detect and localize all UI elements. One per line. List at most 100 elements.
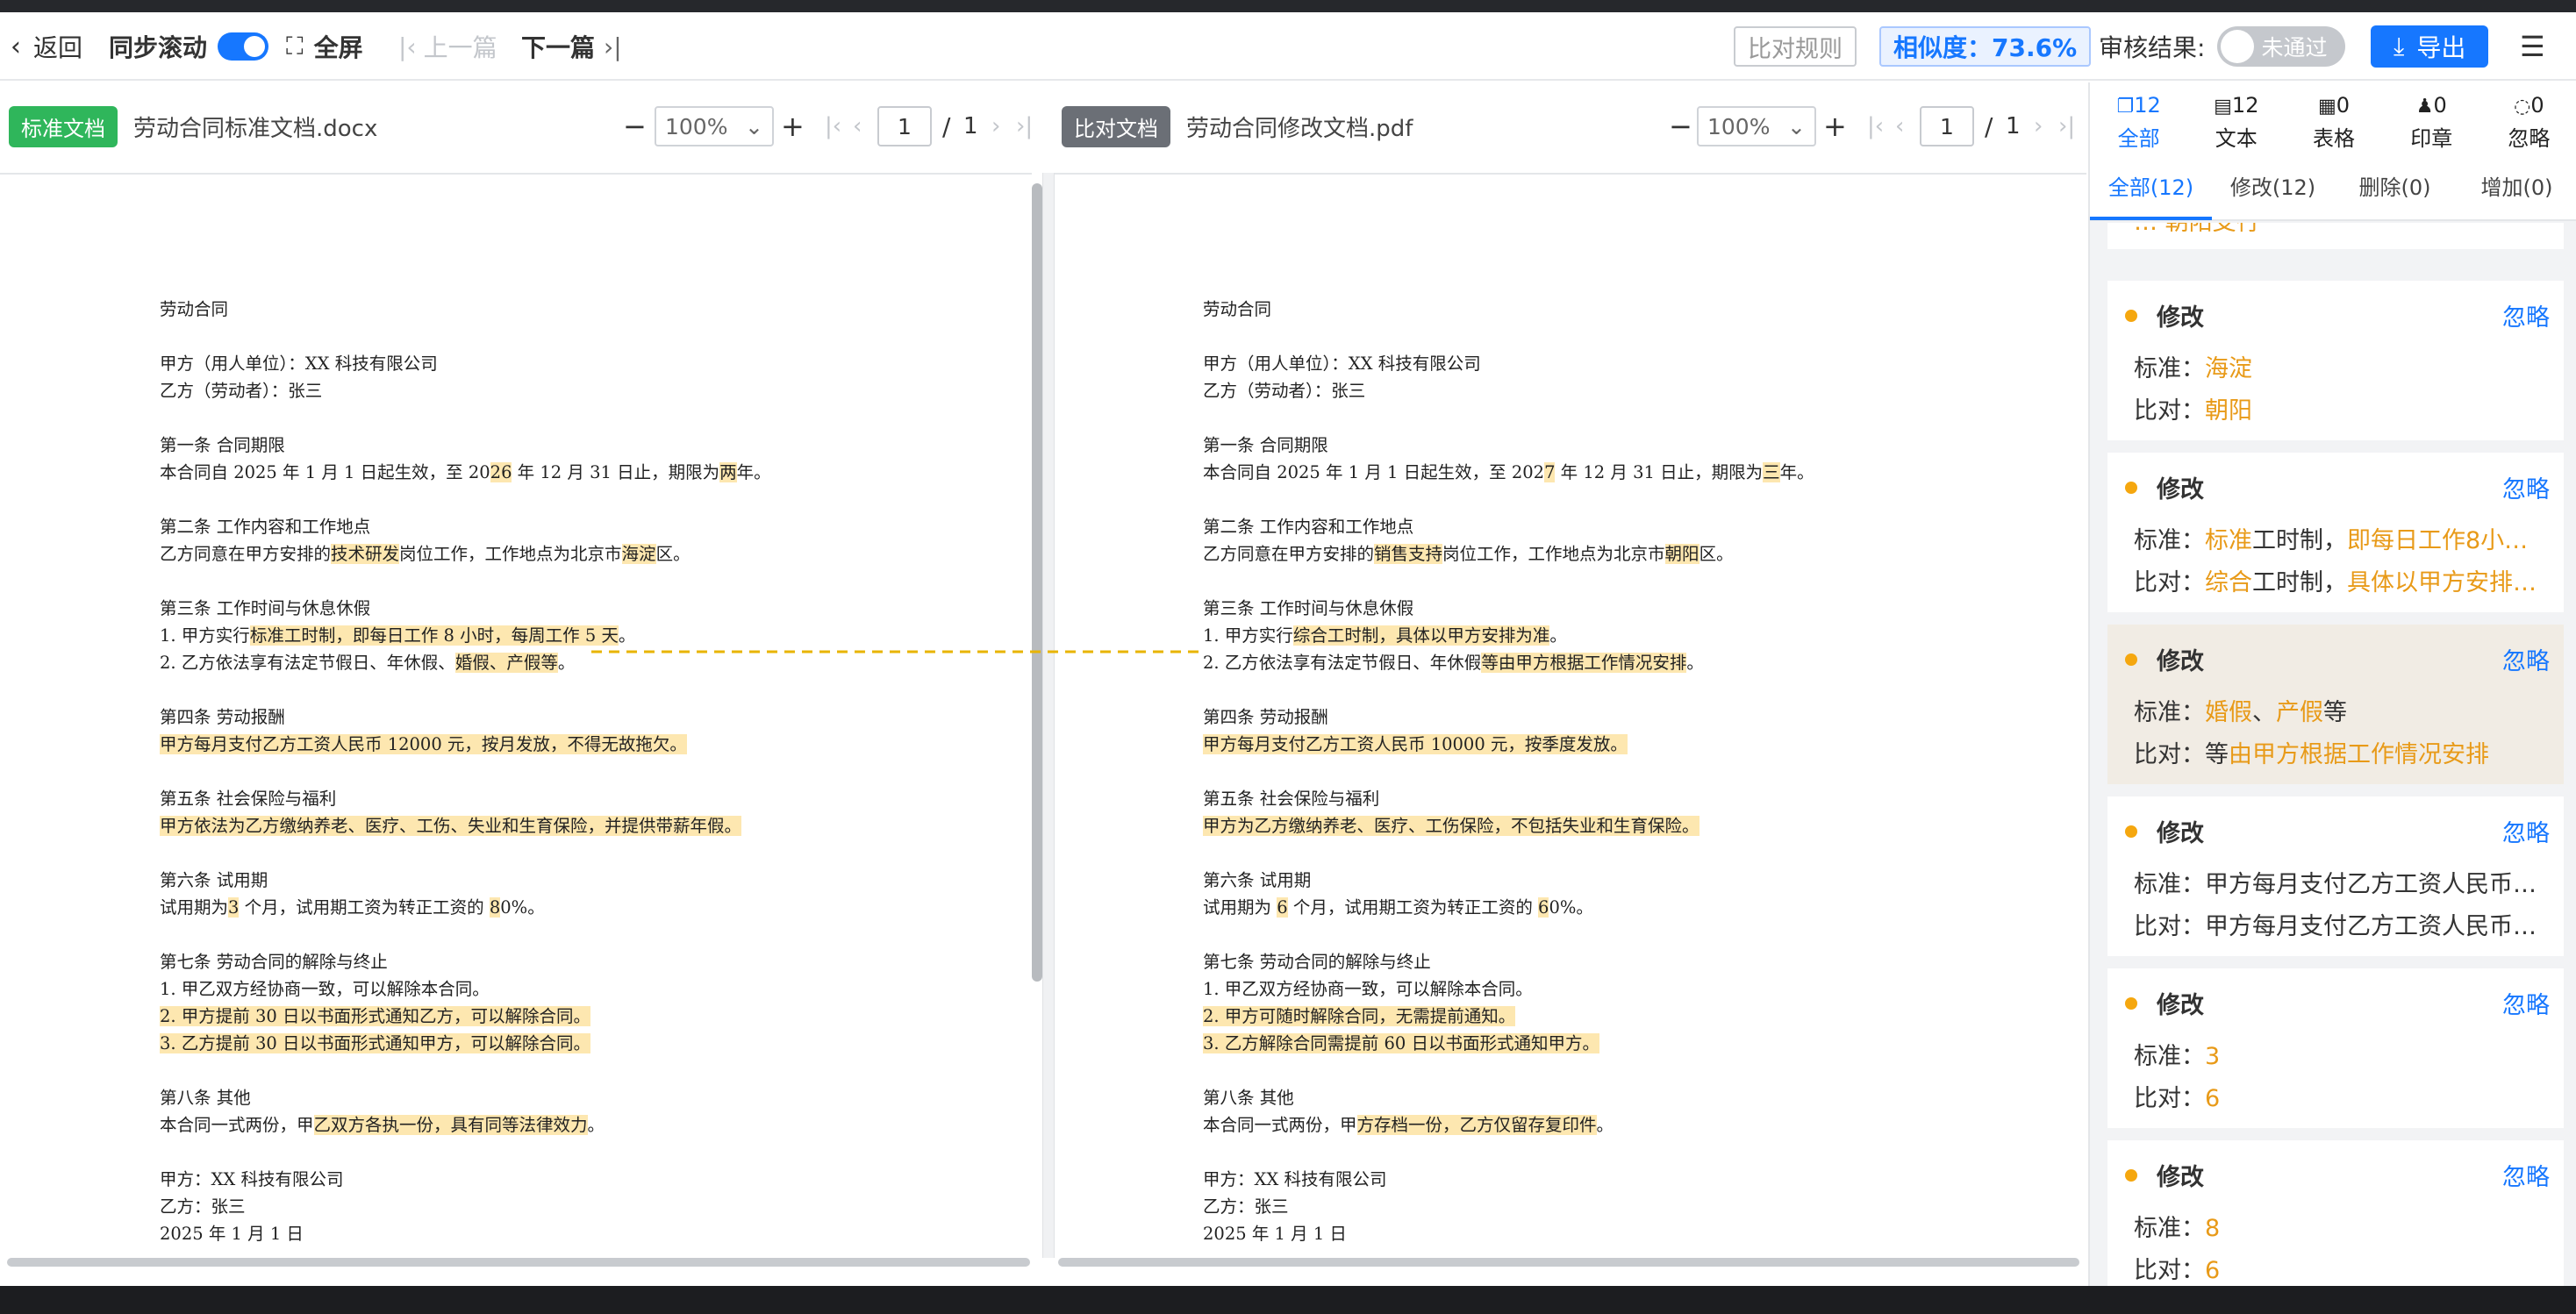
diff-highlight[interactable]: 3 bbox=[2205, 1043, 2220, 1070]
first-page-icon[interactable]: |‹ bbox=[1867, 113, 1884, 139]
left-horizontal-scrollbar[interactable] bbox=[7, 1258, 1030, 1267]
diff-highlight[interactable]: 即每日工作8小… bbox=[2347, 527, 2528, 554]
diff-card[interactable]: 修改 忽略 标准：标准工时制，即每日工作8小… 比对：综合工时制，具体以甲方安排… bbox=[2107, 453, 2564, 612]
table-icon: ▦ bbox=[2317, 96, 2336, 118]
last-page-icon[interactable]: ›| bbox=[1016, 113, 1033, 139]
diff-highlight[interactable]: 综合工时制，具体以甲方安排为准 bbox=[1292, 625, 1550, 646]
next-page-icon[interactable]: › bbox=[2034, 113, 2043, 139]
zoom-in-icon[interactable]: + bbox=[781, 110, 805, 143]
diff-highlight[interactable]: 具体以甲方安排… bbox=[2347, 569, 2537, 596]
status-dot-icon bbox=[2125, 653, 2137, 666]
row-label: 标准： bbox=[2134, 1215, 2205, 1242]
prev-page-icon[interactable]: ‹ bbox=[1895, 113, 1904, 139]
diff-highlight[interactable]: 6 bbox=[1277, 897, 1288, 918]
ignore-button[interactable]: 忽略 bbox=[2502, 470, 2550, 504]
diff-highlight[interactable]: 6 bbox=[2205, 1257, 2220, 1284]
left-zoom-select[interactable]: 100% ⌄ bbox=[655, 106, 774, 146]
diff-card[interactable]: 修改 忽略 标准：海淀 比对：朝阳 bbox=[2107, 281, 2564, 440]
ignore-button[interactable]: 忽略 bbox=[2502, 814, 2550, 848]
zoom-out-icon[interactable]: − bbox=[623, 110, 647, 143]
right-zoom-select[interactable]: 100% ⌄ bbox=[1697, 106, 1816, 146]
left-vertical-scrollbar[interactable] bbox=[1032, 183, 1042, 982]
filter-tab[interactable]: 删除(0) bbox=[2334, 162, 2456, 220]
diff-highlight[interactable]: 甲方依法为乙方缴纳养老、医疗、工伤、失业和生育保险，并提供带薪年假。 bbox=[160, 816, 742, 836]
next-doc-button[interactable]: 下一篇 ›| bbox=[521, 12, 622, 81]
diff-highlight[interactable]: 26 bbox=[490, 462, 512, 482]
diff-card[interactable]: 修改 忽略 标准：3 比对：6 bbox=[2107, 968, 2564, 1128]
diff-highlight[interactable]: 两 bbox=[719, 462, 737, 482]
prev-doc-button[interactable]: |‹ 上一篇 bbox=[398, 12, 497, 81]
category-tab-copy[interactable]: ❐12 全部 bbox=[2090, 82, 2187, 163]
diff-highlight[interactable]: 技术研发 bbox=[331, 544, 400, 564]
category-tab-table[interactable]: ▦0 表格 bbox=[2285, 82, 2382, 163]
diff-highlight[interactable]: 三 bbox=[1763, 462, 1780, 482]
diff-type: 修改 bbox=[2157, 1164, 2204, 1191]
diff-highlight[interactable]: 8 bbox=[489, 897, 501, 918]
text-run: 2025 年 1 月 1 日 bbox=[160, 1224, 304, 1244]
doc-line: 2025 年 1 月 1 日 bbox=[160, 1224, 304, 1245]
last-page-icon[interactable]: ›| bbox=[2058, 113, 2075, 139]
diff-highlight[interactable]: 方存档一份，乙方仅留存复印件 bbox=[1356, 1115, 1597, 1135]
diff-highlight[interactable]: 婚假 bbox=[2205, 699, 2252, 726]
diff-highlight[interactable]: 7 bbox=[1544, 462, 1556, 482]
sync-scroll-toggle[interactable] bbox=[218, 32, 269, 61]
diff-highlight[interactable]: 甲方为乙方缴纳养老、医疗、工伤保险，不包括失业和生育保险。 bbox=[1203, 816, 1699, 836]
filter-tab[interactable]: 增加(0) bbox=[2456, 162, 2576, 220]
diff-highlight[interactable]: 朝阳 bbox=[1664, 544, 1699, 564]
diff-highlight[interactable]: 3 bbox=[228, 897, 240, 918]
ignore-button[interactable]: 忽略 bbox=[2502, 298, 2550, 332]
ignore-button[interactable]: 忽略 bbox=[2502, 642, 2550, 676]
first-page-icon[interactable]: |‹ bbox=[825, 113, 841, 139]
export-button[interactable]: ⤓ 导出 bbox=[2371, 25, 2489, 68]
diff-highlight[interactable]: 婚假、产假等 bbox=[454, 653, 558, 673]
diff-highlight[interactable]: 标准 bbox=[2205, 527, 2252, 554]
diff-highlight[interactable]: 2. 甲方可随时解除合同，无需提前通知。 bbox=[1203, 1006, 1516, 1026]
diff-filter-tabs: 全部(12) 修改(12) 删除(0) 增加(0) bbox=[2090, 163, 2576, 221]
standard-doc-view[interactable]: 劳动合同 甲方（用人单位）：XX 科技有限公司 乙方（劳动者）：张三 第一条 合同期限… bbox=[0, 173, 1032, 1252]
right-horizontal-scrollbar[interactable] bbox=[1058, 1258, 2079, 1267]
pane-divider[interactable] bbox=[1042, 173, 1055, 1258]
diff-highlight[interactable]: 2. 甲方提前 30 日以书面形式通知乙方，可以解除合同。 bbox=[160, 1006, 591, 1026]
review-label: 审核结果: bbox=[2099, 33, 2206, 62]
back-label: 返回 bbox=[33, 33, 83, 62]
diff-card[interactable]: 修改 忽略 标准：甲方每月支付乙方工资人民币1… 比对：甲方每月支付乙方工资人民币1… bbox=[2107, 796, 2564, 956]
diff-highlight[interactable]: 等由甲方根据工作情况安排 bbox=[1481, 653, 1687, 673]
diff-highlight[interactable]: 由甲方根据工作情况安排 bbox=[2229, 741, 2489, 768]
diff-highlight[interactable]: 标准工时制，即每日工作 8 小时，每周工作 5 天 bbox=[249, 625, 619, 646]
diff-highlight[interactable]: 产假 bbox=[2276, 699, 2323, 726]
diff-highlight[interactable]: 甲方每月支付乙方工资人民币 10000 元，按季度发放。 bbox=[1203, 734, 1628, 754]
right-page-input[interactable]: 1 bbox=[1920, 106, 1974, 146]
ignore-button[interactable]: 忽略 bbox=[2502, 986, 2550, 1020]
filter-tab[interactable]: 修改(12) bbox=[2212, 162, 2334, 220]
left-page-input[interactable]: 1 bbox=[877, 106, 932, 146]
compare-doc-view[interactable]: 劳动合同 甲方（用人单位）：XX 科技有限公司 乙方（劳动者）：张三 第一条 合同期限… bbox=[1055, 173, 2086, 1252]
diff-highlight[interactable]: 乙双方各执一份，具有同等法律效力 bbox=[313, 1115, 588, 1135]
diff-highlight[interactable]: 海淀 bbox=[2205, 355, 2252, 382]
zoom-in-icon[interactable]: + bbox=[1823, 110, 1847, 143]
compare-rules-button[interactable]: 比对规则 bbox=[1734, 26, 1857, 67]
back-button[interactable]: ‹ 返回 bbox=[11, 12, 82, 81]
prev-page-icon[interactable]: ‹ bbox=[853, 113, 862, 139]
diff-highlight[interactable]: 销售支持 bbox=[1374, 544, 1443, 564]
review-toggle[interactable]: 未通过 bbox=[2217, 26, 2346, 67]
diff-highlight[interactable]: 海淀 bbox=[621, 544, 656, 564]
fullscreen-button[interactable]: ⛶ 全屏 bbox=[286, 12, 363, 81]
diff-highlight[interactable]: 6 bbox=[2205, 1085, 2220, 1112]
diff-highlight[interactable]: 综合 bbox=[2205, 569, 2252, 596]
category-tab-file[interactable]: ▤12 文本 bbox=[2187, 82, 2285, 163]
diff-highlight[interactable]: 8 bbox=[2205, 1215, 2220, 1242]
category-tab-stamp[interactable]: ♟0 印章 bbox=[2383, 82, 2480, 163]
diff-highlight[interactable]: 3. 乙方提前 30 日以书面形式通知甲方，可以解除合同。 bbox=[160, 1033, 591, 1053]
diff-highlight[interactable]: 甲方每月支付乙方工资人民币 12000 元，按月发放，不得无故拖欠。 bbox=[160, 734, 687, 754]
menu-icon[interactable]: ☰ bbox=[2520, 12, 2545, 81]
filter-tab[interactable]: 全部(12) bbox=[2090, 162, 2212, 220]
zoom-out-icon[interactable]: − bbox=[1669, 110, 1692, 143]
diff-highlight[interactable]: 朝阳 bbox=[2205, 397, 2252, 425]
diff-highlight[interactable]: 6 bbox=[1538, 897, 1549, 918]
ignore-button[interactable]: 忽略 bbox=[2502, 1158, 2550, 1192]
next-page-icon[interactable]: › bbox=[991, 113, 1000, 139]
diff-card[interactable]: 修改 忽略 标准：婚假、产假等 比对：等由甲方根据工作情况安排 bbox=[2107, 625, 2564, 784]
diff-card[interactable]: 修改 忽略 标准：8 比对：6 bbox=[2107, 1140, 2564, 1286]
category-tab-eye-off[interactable]: ◌0 忽略 bbox=[2480, 82, 2576, 163]
diff-highlight[interactable]: 3. 乙方解除合同需提前 60 日以书面形式通知甲方。 bbox=[1203, 1033, 1600, 1053]
